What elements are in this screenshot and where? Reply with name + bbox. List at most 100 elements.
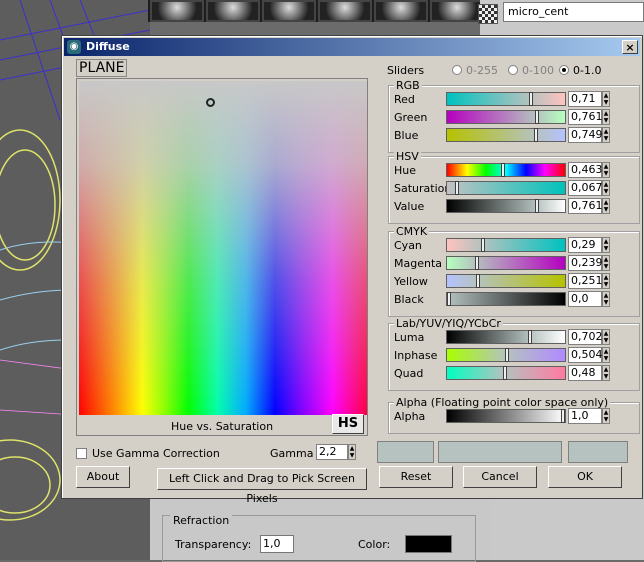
picker-cursor[interactable]	[206, 98, 215, 107]
value-spinner[interactable]: ▲ ▼	[602, 347, 610, 363]
value-spinner[interactable]: ▲ ▼	[602, 273, 610, 289]
slider-green[interactable]	[446, 110, 566, 124]
slider-cyan[interactable]	[446, 238, 566, 252]
value-input-magenta[interactable]: 0,239	[568, 255, 603, 271]
title-bar[interactable]: ◉ Diffuse ×	[64, 38, 640, 56]
value-input-alpha[interactable]: 1,0	[568, 408, 602, 424]
slider-label-saturation: Saturation	[394, 182, 452, 195]
slider-thumb[interactable]	[447, 292, 451, 306]
value-spinner[interactable]: ▲ ▼	[602, 408, 610, 424]
range-radio-label: 0-100	[522, 64, 554, 77]
hs-button[interactable]: HS	[332, 414, 364, 434]
material-slot[interactable]	[262, 0, 316, 22]
material-slot[interactable]	[374, 0, 428, 22]
slider-red[interactable]	[446, 92, 566, 106]
group-title-rgb: RGB	[394, 79, 422, 92]
slider-label-value: Value	[394, 200, 425, 213]
diffuse-dialog: ◉ Diffuse × PLANE Hue vs. Saturation HS …	[61, 35, 643, 505]
slider-thumb[interactable]	[561, 409, 565, 423]
slider-thumb[interactable]	[505, 348, 510, 362]
value-spinner[interactable]: ▲ ▼	[602, 127, 610, 143]
slider-label-blue: Blue	[394, 129, 419, 142]
use-gamma-checkbox[interactable]	[76, 448, 87, 459]
dialog-title: Diffuse	[86, 40, 130, 53]
value-spinner[interactable]: ▲ ▼	[602, 255, 610, 271]
slider-label-cyan: Cyan	[394, 239, 422, 252]
value-spinner[interactable]: ▲ ▼	[602, 237, 610, 253]
sliders-label: Sliders	[387, 64, 425, 77]
value-input-saturation[interactable]: 0,067	[568, 180, 603, 196]
value-input-value[interactable]: 0,761	[568, 198, 603, 214]
range-radio-label: 0-255	[466, 64, 498, 77]
value-input-yellow[interactable]: 0,251	[568, 273, 603, 289]
slider-thumb[interactable]	[535, 199, 540, 213]
hue-saturation-picker[interactable]	[79, 81, 367, 415]
refraction-color-swatch[interactable]	[405, 535, 452, 553]
close-button[interactable]: ×	[622, 40, 638, 54]
value-spinner[interactable]: ▲ ▼	[602, 365, 610, 381]
refraction-title: Refraction	[170, 514, 233, 527]
slider-thumb[interactable]	[533, 128, 538, 142]
range-radio[interactable]	[452, 65, 462, 75]
slider-black[interactable]	[446, 292, 566, 306]
slider-thumb[interactable]	[528, 330, 533, 344]
value-spinner[interactable]: ▲ ▼	[602, 291, 610, 307]
slider-thumb[interactable]	[500, 163, 505, 177]
slider-magenta[interactable]	[446, 256, 566, 270]
material-slot[interactable]	[206, 0, 260, 22]
value-input-inphase[interactable]: 0,504	[568, 347, 603, 363]
gamma-input[interactable]: 2,2	[316, 444, 348, 460]
slider-label-quad: Quad	[394, 367, 424, 380]
slider-thumb[interactable]	[502, 366, 507, 380]
value-spinner[interactable]: ▲ ▼	[602, 329, 610, 345]
value-spinner[interactable]: ▲ ▼	[602, 109, 610, 125]
preview-color-swatch	[568, 441, 628, 463]
value-spinner[interactable]: ▲ ▼	[602, 91, 610, 107]
saturation-gradient	[79, 81, 367, 415]
value-input-cyan[interactable]: 0,29	[568, 237, 602, 253]
color-picker-frame: Hue vs. Saturation	[76, 78, 368, 436]
value-spinner[interactable]: ▲ ▼	[602, 180, 610, 196]
slider-thumb[interactable]	[454, 181, 459, 195]
value-spinner[interactable]: ▲ ▼	[602, 198, 610, 214]
slider-label-magenta: Magenta	[394, 257, 443, 270]
slider-alpha[interactable]	[446, 409, 566, 423]
material-name-field[interactable]: micro_cent	[503, 2, 644, 22]
checker-icon[interactable]	[478, 4, 498, 24]
gamma-spinner[interactable]: ▲ ▼	[348, 444, 356, 460]
transparency-input[interactable]: 1,0	[260, 535, 294, 553]
slider-thumb[interactable]	[480, 238, 485, 252]
value-input-red[interactable]: 0,71	[568, 91, 602, 107]
slider-thumb[interactable]	[529, 92, 534, 106]
value-input-hue[interactable]: 0,463	[568, 162, 603, 178]
range-radio[interactable]	[508, 65, 518, 75]
gamma-label: Gamma	[270, 447, 314, 460]
material-slot[interactable]	[150, 0, 204, 22]
value-input-luma[interactable]: 0,702	[568, 329, 603, 345]
cancel-button[interactable]: Cancel	[463, 466, 537, 488]
ok-button[interactable]: OK	[548, 466, 622, 488]
about-button[interactable]: About	[76, 466, 130, 488]
slider-value[interactable]	[446, 199, 566, 213]
slider-yellow[interactable]	[446, 274, 566, 288]
slider-quad[interactable]	[446, 366, 566, 380]
value-input-black[interactable]: 0,0	[568, 291, 602, 307]
value-input-quad[interactable]: 0,48	[568, 365, 602, 381]
slider-thumb[interactable]	[535, 110, 540, 124]
value-input-green[interactable]: 0,761	[568, 109, 603, 125]
slider-inphase[interactable]	[446, 348, 566, 362]
slider-thumb[interactable]	[474, 256, 479, 270]
material-slot[interactable]	[318, 0, 372, 22]
slider-thumb[interactable]	[476, 274, 481, 288]
slider-saturation[interactable]	[446, 181, 566, 195]
slider-luma[interactable]	[446, 330, 566, 344]
material-slot[interactable]	[430, 0, 484, 22]
slider-hue[interactable]	[446, 163, 566, 177]
value-spinner[interactable]: ▲ ▼	[602, 162, 610, 178]
value-input-blue[interactable]: 0,749	[568, 127, 603, 143]
slider-label-black: Black	[394, 293, 424, 306]
reset-button[interactable]: Reset	[379, 466, 453, 488]
pick-screen-pixels-button[interactable]: Left Click and Drag to Pick Screen Pixel…	[157, 468, 367, 505]
slider-blue[interactable]	[446, 128, 566, 142]
range-radio[interactable]	[559, 65, 569, 75]
